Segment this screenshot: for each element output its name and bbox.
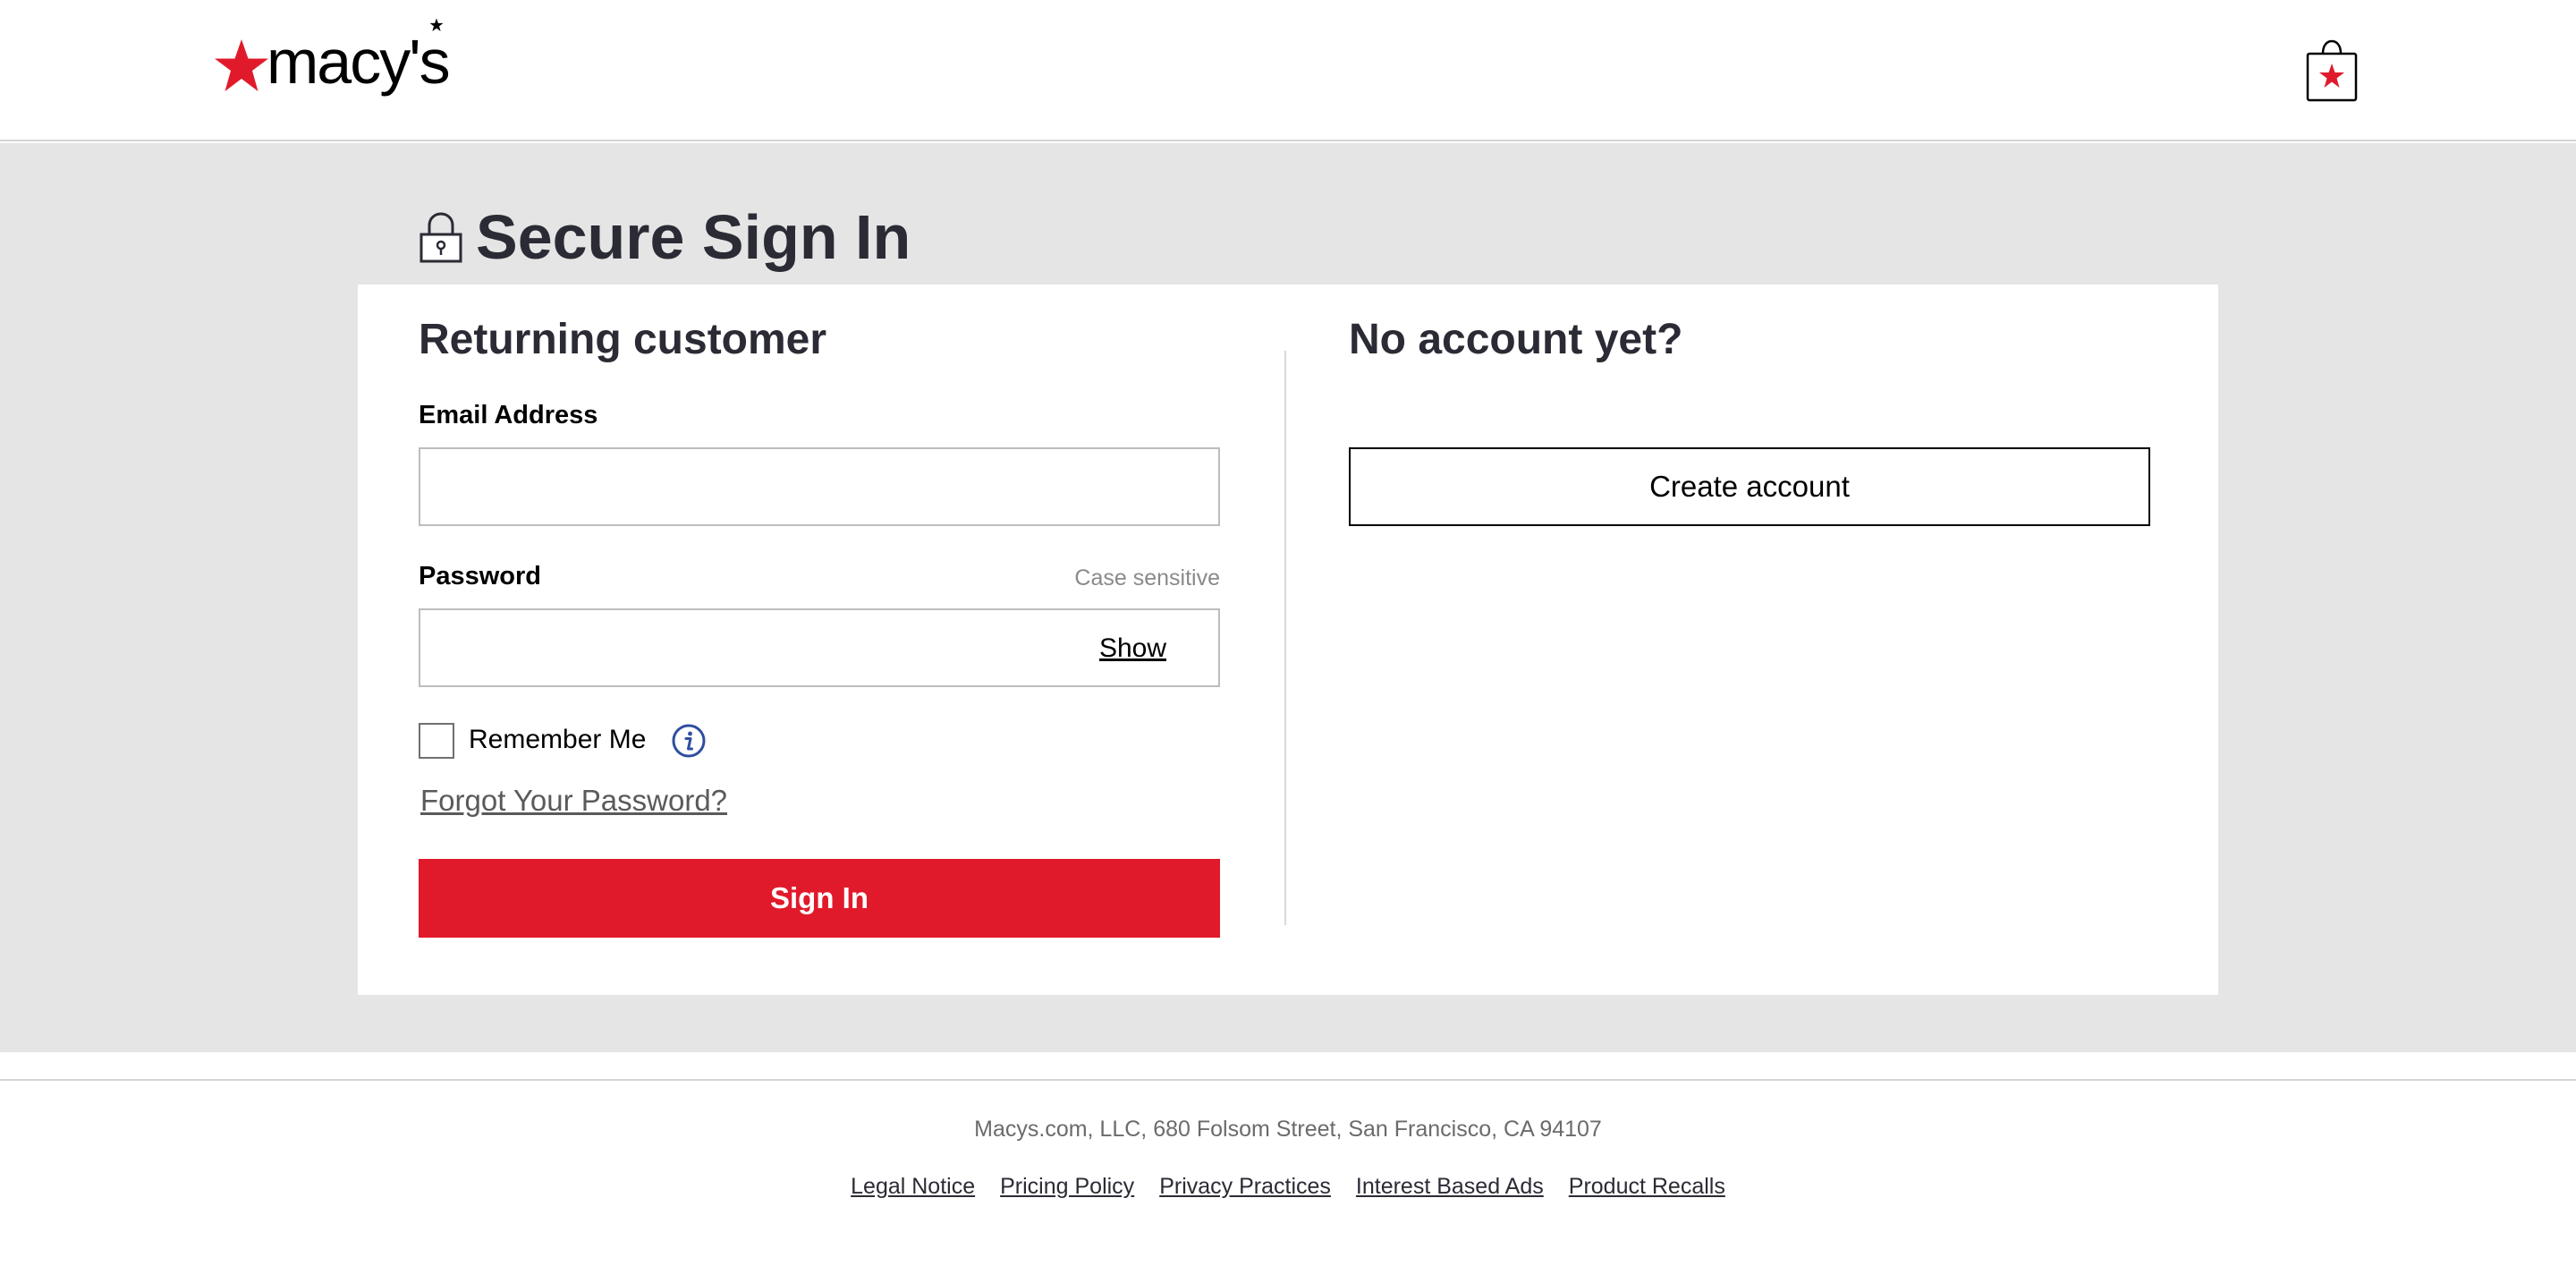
pricing-policy-link[interactable]: Pricing Policy bbox=[1000, 1174, 1134, 1200]
macys-logo[interactable]: macy's bbox=[213, 18, 451, 97]
footer-divider bbox=[0, 1079, 2576, 1081]
case-sensitive-hint: Case sensitive bbox=[1074, 565, 1220, 591]
privacy-practices-link[interactable]: Privacy Practices bbox=[1159, 1174, 1331, 1200]
remember-me-label: Remember Me bbox=[469, 725, 647, 754]
shopping-bag-icon[interactable] bbox=[2306, 39, 2358, 102]
logo-wordmark: macy's bbox=[267, 27, 451, 97]
footer-links: Legal Notice Pricing Policy Privacy Prac… bbox=[0, 1174, 2576, 1200]
page-heading: Secure Sign In bbox=[476, 202, 911, 272]
password-label: Password bbox=[419, 562, 541, 591]
lock-icon bbox=[419, 212, 462, 263]
logo-small-star-icon bbox=[429, 18, 444, 37]
footer-address: Macys.com, LLC, 680 Folsom Street, San F… bbox=[974, 1117, 1602, 1142]
forgot-password-link[interactable]: Forgot Your Password? bbox=[420, 784, 727, 818]
remember-me-checkbox[interactable] bbox=[419, 723, 454, 759]
legal-notice-link[interactable]: Legal Notice bbox=[851, 1174, 975, 1200]
info-icon[interactable] bbox=[671, 723, 707, 759]
returning-customer-heading: Returning customer bbox=[419, 316, 827, 363]
email-label: Email Address bbox=[419, 401, 598, 429]
product-recalls-link[interactable]: Product Recalls bbox=[1569, 1174, 1725, 1200]
sign-in-card: Returning customer Email Address Passwor… bbox=[358, 285, 2218, 995]
email-field[interactable] bbox=[419, 447, 1220, 526]
macys-star-icon bbox=[213, 38, 270, 95]
page-title: Secure Sign In bbox=[419, 206, 911, 268]
create-account-button[interactable]: Create account bbox=[1349, 447, 2150, 526]
no-account-heading: No account yet? bbox=[1349, 316, 1683, 363]
interest-based-ads-link[interactable]: Interest Based Ads bbox=[1356, 1174, 1544, 1200]
sign-in-button[interactable]: Sign In bbox=[419, 859, 1220, 938]
column-divider bbox=[1284, 351, 1286, 925]
site-header: macy's bbox=[0, 0, 2576, 141]
show-password-link[interactable]: Show bbox=[1099, 633, 1166, 664]
